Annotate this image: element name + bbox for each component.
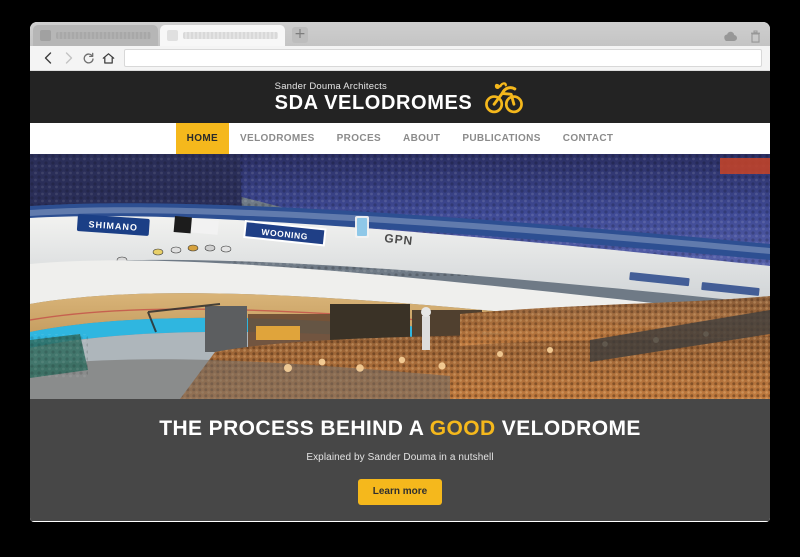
hero-subtitle: Explained by Sander Douma in a nutshell [306,452,494,463]
browser-tab-strip: + [30,22,770,46]
tabstrip-actions [723,30,761,43]
hero-title-highlight: GOOD [429,417,496,440]
site-nav: HOME VELODROMES PROCES ABOUT PUBLICATION… [30,123,770,154]
learn-more-button[interactable]: Learn more [357,479,443,505]
nav-item-proces[interactable]: PROCES [326,123,392,154]
site-header: Sander Douma Architects SDA VELODROMES [30,71,770,123]
brand-text: Sander Douma Architects SDA VELODROMES [275,81,473,113]
nav-item-contact[interactable]: CONTACT [552,123,625,154]
hero-title-part1: THE PROCESS BEHIND A [159,417,430,440]
home-icon[interactable] [98,48,118,68]
tab-favicon-icon [40,30,51,41]
tab-favicon-icon [167,30,178,41]
browser-window: + Sander Douma Architects SDA VELODROMES… [30,22,770,522]
tab-title [183,32,278,39]
browser-tab-1[interactable] [33,25,158,46]
cyclist-logo-icon [483,79,525,115]
nav-item-publications[interactable]: PUBLICATIONS [451,123,551,154]
hero-title-part2: VELODROME [495,417,641,440]
back-arrow-icon[interactable] [38,48,58,68]
browser-tab-2[interactable] [160,25,285,46]
hero-image: SHIMANO WOONING GPN [30,154,770,399]
url-input[interactable] [124,49,762,67]
cloud-icon[interactable] [723,31,737,42]
new-tab-button[interactable]: + [292,27,308,43]
tab-title [56,32,151,39]
hero-title: THE PROCESS BEHIND A GOOD VELODROME [30,417,770,441]
browser-toolbar [30,46,770,71]
brand-title: SDA VELODROMES [274,92,473,114]
forward-arrow-icon[interactable] [58,48,78,68]
brand-tagline: Sander Douma Architects [274,81,387,92]
reload-icon[interactable] [78,48,98,68]
trash-icon[interactable] [750,30,761,43]
page-viewport: Sander Douma Architects SDA VELODROMES H… [30,71,770,521]
nav-item-home[interactable]: HOME [175,123,230,154]
nav-item-velodromes[interactable]: VELODROMES [229,123,326,154]
hero-caption: THE PROCESS BEHIND A GOOD VELODROME Expl… [30,399,770,521]
brand-block[interactable]: Sander Douma Architects SDA VELODROMES [275,79,526,115]
nav-item-about[interactable]: ABOUT [392,123,451,154]
